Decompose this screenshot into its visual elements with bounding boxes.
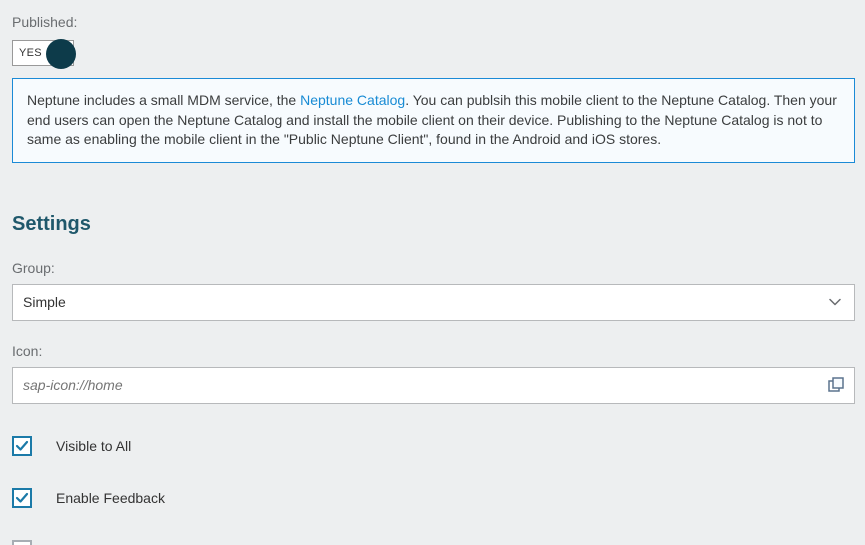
check-icon bbox=[15, 439, 29, 453]
value-help-icon[interactable] bbox=[828, 377, 844, 393]
chevron-down-icon bbox=[828, 295, 842, 309]
enable-feedback-label: Enable Feedback bbox=[56, 490, 165, 506]
check-icon bbox=[15, 491, 29, 505]
group-select[interactable]: Simple bbox=[12, 284, 855, 321]
group-label: Group: bbox=[12, 260, 855, 276]
group-select-value: Simple bbox=[23, 294, 66, 310]
published-toggle-text: YES bbox=[13, 47, 42, 59]
enable-auto-update-checkbox[interactable] bbox=[12, 540, 32, 545]
published-label: Published: bbox=[12, 14, 855, 30]
enable-feedback-checkbox[interactable] bbox=[12, 488, 32, 508]
visible-to-all-label: Visible to All bbox=[56, 438, 131, 454]
neptune-catalog-link[interactable]: Neptune Catalog bbox=[300, 92, 405, 108]
visible-to-all-checkbox[interactable] bbox=[12, 436, 32, 456]
settings-heading: Settings bbox=[12, 213, 855, 236]
info-text-pre: Neptune includes a small MDM service, th… bbox=[27, 92, 300, 108]
published-toggle-knob bbox=[46, 39, 76, 69]
icon-input[interactable] bbox=[23, 377, 844, 393]
info-box: Neptune includes a small MDM service, th… bbox=[12, 78, 855, 163]
icon-label: Icon: bbox=[12, 343, 855, 359]
icon-input-wrapper bbox=[12, 367, 855, 404]
published-toggle[interactable]: YES bbox=[12, 40, 74, 66]
